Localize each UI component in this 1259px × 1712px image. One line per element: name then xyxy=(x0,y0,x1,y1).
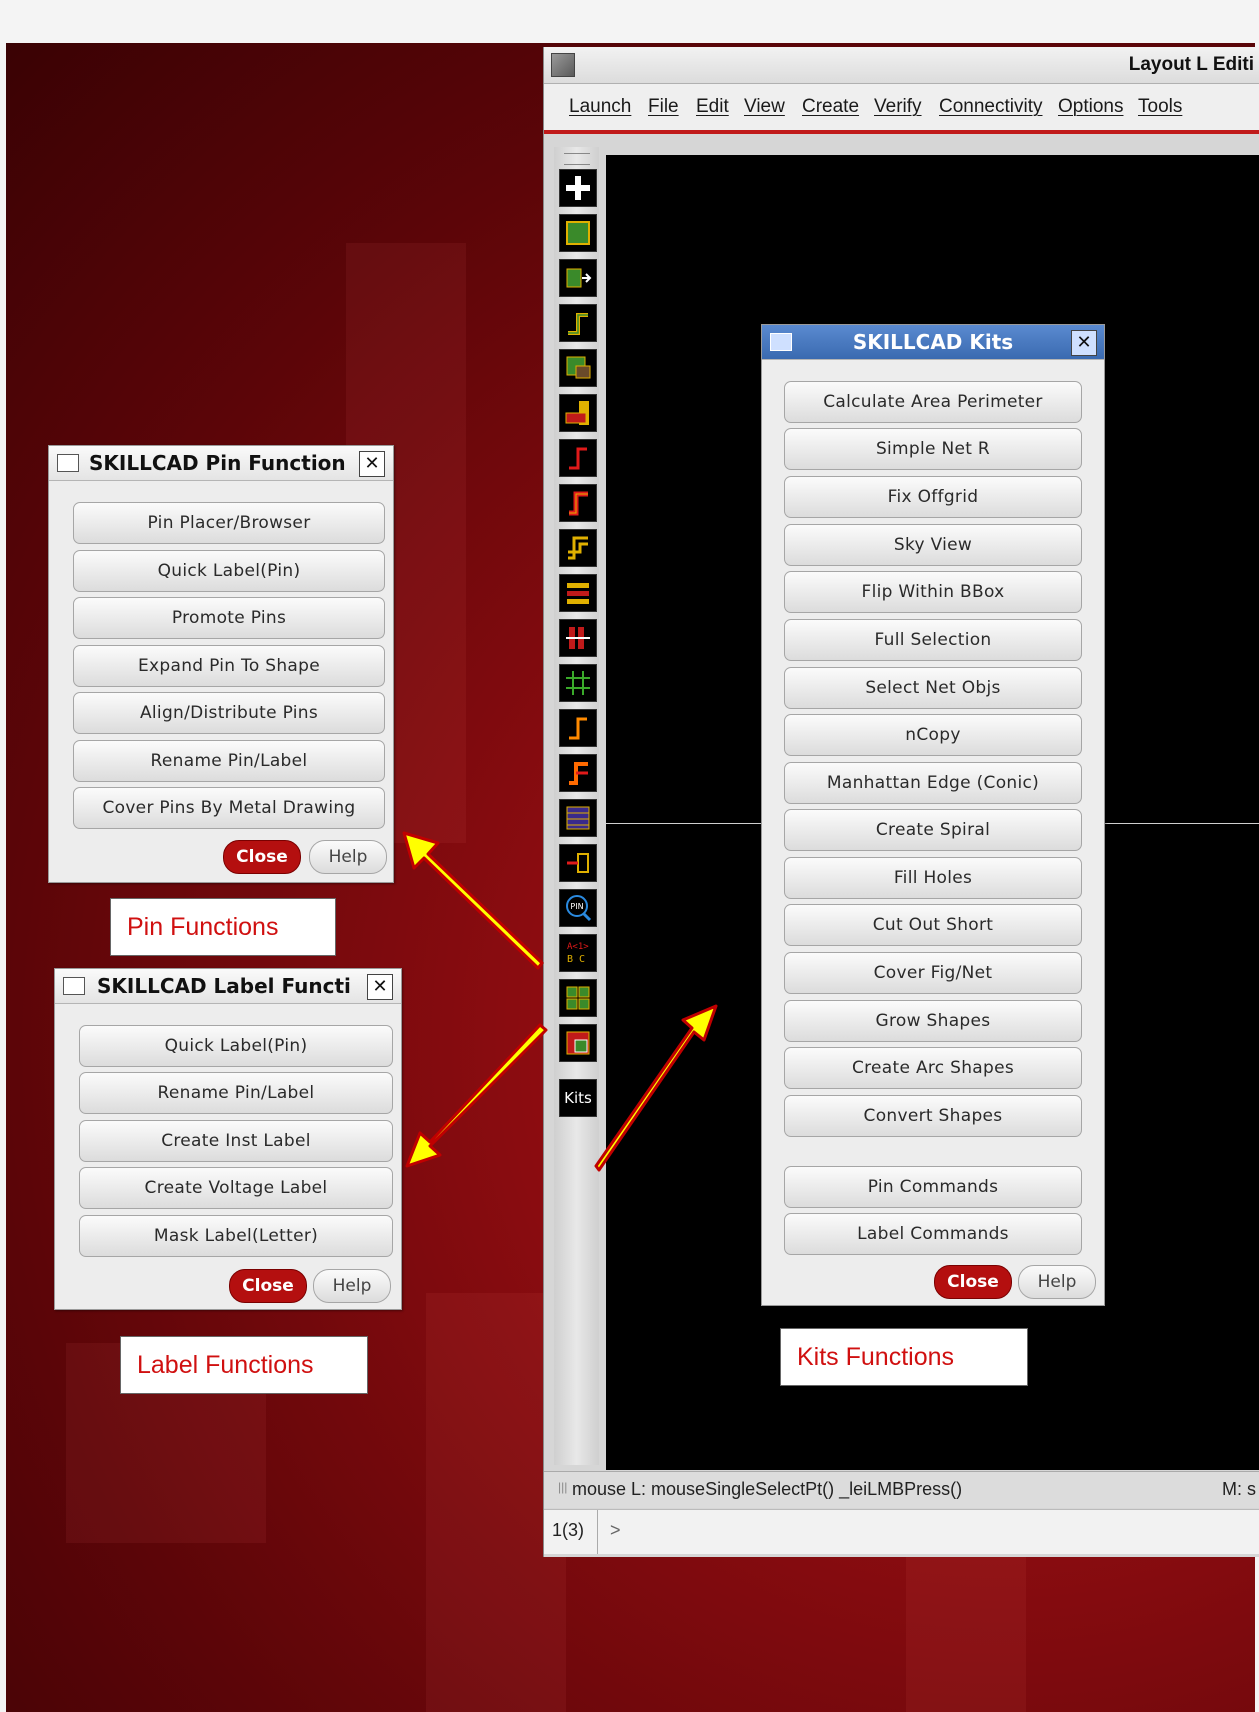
calculate-area-perimeter-button[interactable]: Calculate Area Perimeter xyxy=(784,381,1082,423)
create-arc-shapes-button[interactable]: Create Arc Shapes xyxy=(784,1047,1082,1089)
pin-search-icon[interactable]: PIN xyxy=(559,889,597,927)
mouse-status: mouse L: mouseSingleSelectPt() _leiLMBPr… xyxy=(572,1479,963,1499)
title-bar: Layout L Editi xyxy=(544,47,1259,84)
label-function-dialog: SKILLCAD Label Functi ✕ Quick Label(Pin)… xyxy=(54,968,402,1310)
label-help-button[interactable]: Help xyxy=(313,1269,391,1303)
menu-tools[interactable]: Tools xyxy=(1138,96,1182,118)
create-voltage-label-button[interactable]: Create Voltage Label xyxy=(79,1167,393,1209)
svg-text:B C: B C xyxy=(567,954,585,965)
command-counter: 1(3) xyxy=(552,1520,585,1540)
close-icon[interactable]: ✕ xyxy=(359,451,385,477)
label-close-button[interactable]: Close xyxy=(229,1269,307,1303)
label-commands-button[interactable]: Label Commands xyxy=(784,1213,1082,1255)
kits-close-button[interactable]: Close xyxy=(934,1265,1012,1299)
window-title: Layout L Editi xyxy=(1128,54,1254,75)
path-step-icon[interactable] xyxy=(559,304,597,342)
pin-dialog-title-bar: SKILLCAD Pin Function ✕ xyxy=(49,446,393,481)
bus-icon[interactable] xyxy=(559,574,597,612)
svg-text:A<1>: A<1> xyxy=(567,942,589,952)
red-double-path-icon[interactable] xyxy=(559,484,597,522)
pin-close-button[interactable]: Close xyxy=(223,840,301,874)
menu-options[interactable]: Options xyxy=(1058,96,1123,118)
move-shape-icon[interactable] xyxy=(559,259,597,297)
orange-path-icon[interactable] xyxy=(559,709,597,747)
expand-pin-to-shape-button[interactable]: Expand Pin To Shape xyxy=(73,645,385,687)
sky-view-button[interactable]: Sky View xyxy=(784,524,1082,566)
app-icon[interactable] xyxy=(551,53,575,77)
stretch-shape-icon[interactable] xyxy=(559,349,597,387)
red-path-icon[interactable] xyxy=(559,439,597,477)
rename-pin-label-button[interactable]: Rename Pin/Label xyxy=(73,740,385,782)
menu-launch[interactable]: Launch xyxy=(569,96,631,118)
close-icon[interactable]: ✕ xyxy=(1071,330,1097,356)
add-icon[interactable] xyxy=(559,169,597,207)
cover-pins-by-metal-drawing-button[interactable]: Cover Pins By Metal Drawing xyxy=(73,787,385,829)
kits-button[interactable]: Kits xyxy=(559,1079,597,1117)
via-move-icon[interactable] xyxy=(559,619,597,657)
menu-file[interactable]: File xyxy=(648,96,679,118)
align-distribute-pins-button[interactable]: Align/Distribute Pins xyxy=(73,692,385,734)
window-menu-icon[interactable] xyxy=(57,454,79,472)
fix-offgrid-button[interactable]: Fix Offgrid xyxy=(784,476,1082,518)
kits-dialog-title: SKILLCAD Kits xyxy=(852,330,1014,354)
menu-view[interactable]: View xyxy=(744,96,785,118)
connect-pin-icon[interactable] xyxy=(559,844,597,882)
kits-functions-caption: Kits Functions xyxy=(780,1328,1028,1386)
cell-edit-icon[interactable] xyxy=(559,1024,597,1062)
pin-dialog-title: SKILLCAD Pin Function xyxy=(89,451,346,475)
cover-fig-net-button[interactable]: Cover Fig/Net xyxy=(784,952,1082,994)
status-bar: ||| mouse L: mouseSingleSelectPt() _leiL… xyxy=(544,1471,1259,1508)
label-functions-caption: Label Functions xyxy=(120,1336,368,1394)
command-bar: 1(3) > xyxy=(544,1509,1259,1554)
svg-text:PIN: PIN xyxy=(570,902,583,911)
rename-pin-label-button[interactable]: Rename Pin/Label xyxy=(79,1072,393,1114)
create-spiral-button[interactable]: Create Spiral xyxy=(784,809,1082,851)
grow-shapes-button[interactable]: Grow Shapes xyxy=(784,1000,1082,1042)
middle-button-status: M: s xyxy=(1222,1479,1256,1499)
command-prompt[interactable]: > xyxy=(610,1520,621,1541)
flip-within-bbox-button[interactable]: Flip Within BBox xyxy=(784,571,1082,613)
rectangle-shape-icon[interactable] xyxy=(559,214,597,252)
orange-step-path-icon[interactable] xyxy=(559,754,597,792)
pin-help-button[interactable]: Help xyxy=(309,840,387,874)
multi-path-icon[interactable] xyxy=(559,529,597,567)
window-menu-icon[interactable] xyxy=(63,977,85,995)
grid-cross-icon[interactable] xyxy=(559,664,597,702)
manhattan-edge-button[interactable]: Manhattan Edge (Conic) xyxy=(784,762,1082,804)
kits-help-button[interactable]: Help xyxy=(1018,1265,1096,1299)
menu-edit[interactable]: Edit xyxy=(696,96,729,118)
fill-holes-button[interactable]: Fill Holes xyxy=(784,857,1082,899)
mask-label-letter-button[interactable]: Mask Label(Letter) xyxy=(79,1215,393,1257)
vertical-toolbar: PIN A<1> B C Kits xyxy=(554,147,599,1465)
label-dialog-title-bar: SKILLCAD Label Functi ✕ xyxy=(55,969,401,1004)
label-tool-icon[interactable]: A<1> B C xyxy=(559,934,597,972)
promote-pins-button[interactable]: Promote Pins xyxy=(73,597,385,639)
pin-commands-button[interactable]: Pin Commands xyxy=(784,1166,1082,1208)
quick-label-pin-button[interactable]: Quick Label(Pin) xyxy=(73,550,385,592)
close-icon[interactable]: ✕ xyxy=(367,974,393,1000)
label-dialog-title: SKILLCAD Label Functi xyxy=(97,974,351,998)
full-selection-button[interactable]: Full Selection xyxy=(784,619,1082,661)
convert-shapes-button[interactable]: Convert Shapes xyxy=(784,1095,1082,1137)
menu-connectivity[interactable]: Connectivity xyxy=(939,96,1043,118)
pin-placer-browser-button[interactable]: Pin Placer/Browser xyxy=(73,502,385,544)
menu-bar: Launch File Edit View Create Verify Conn… xyxy=(544,84,1259,134)
ncopy-button[interactable]: nCopy xyxy=(784,714,1082,756)
menu-verify[interactable]: Verify xyxy=(874,96,922,118)
status-grip-icon: ||| xyxy=(558,1480,568,1494)
cut-out-short-button[interactable]: Cut Out Short xyxy=(784,904,1082,946)
select-net-objs-button[interactable]: Select Net Objs xyxy=(784,667,1082,709)
quick-label-pin-button[interactable]: Quick Label(Pin) xyxy=(79,1025,393,1067)
kits-dialog-title-bar: SKILLCAD Kits ✕ xyxy=(762,325,1104,360)
pin-functions-caption: Pin Functions xyxy=(110,898,336,956)
create-inst-label-button[interactable]: Create Inst Label xyxy=(79,1120,393,1162)
layer-stack-icon[interactable] xyxy=(559,394,597,432)
fill-pattern-icon[interactable] xyxy=(559,799,597,837)
menu-create[interactable]: Create xyxy=(802,96,859,118)
array-icon[interactable] xyxy=(559,979,597,1017)
kits-dialog: SKILLCAD Kits ✕ Calculate Area Perimeter… xyxy=(761,324,1105,1306)
simple-net-r-button[interactable]: Simple Net R xyxy=(784,428,1082,470)
pin-function-dialog: SKILLCAD Pin Function ✕ Pin Placer/Brows… xyxy=(48,445,394,883)
toolbar-grip[interactable] xyxy=(564,153,590,165)
